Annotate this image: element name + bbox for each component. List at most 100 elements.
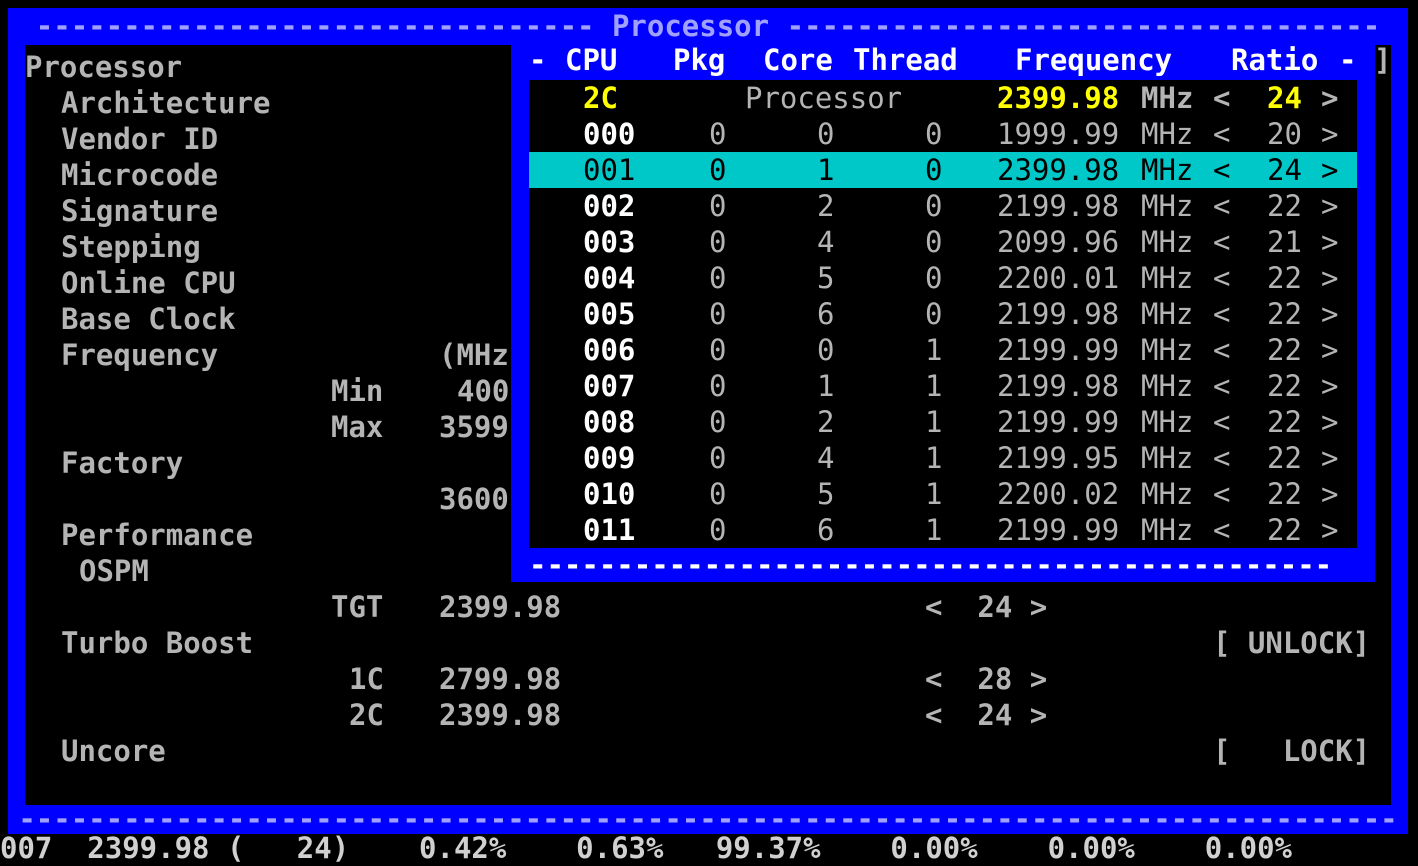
cell-thread: 0 [925,153,943,187]
list-item-cpu-010[interactable]: 010 0 5 1 2200.02 MHz <22 > [529,476,1357,512]
top-row-gt: > [1321,81,1339,115]
base-clock-label: Base Clock [61,302,236,336]
tgt-ratio-stepper[interactable]: < 24 > [925,589,1047,625]
signature-label: Signature [61,194,219,228]
turbo-1c-label: 1C [349,662,384,696]
stepping-label: Stepping [61,230,201,264]
cell-core: 2 [817,405,835,439]
cell-core: 1 [817,153,835,187]
cell-core: 4 [817,225,835,259]
cell-freq: 2399.98 [997,153,1120,187]
frequency-label: Frequency [61,338,219,372]
cell-core: 6 [817,513,835,547]
cell-freq: 2199.98 [997,369,1120,403]
cell-unit: MHz [1141,117,1194,151]
factory-value: 3600 [439,482,509,516]
cell-freq: 2200.02 [997,477,1120,511]
list-item-cpu-005[interactable]: 005 0 6 0 2199.98 MHz <22 > [529,296,1357,332]
top-row-label: Processor [745,81,903,115]
min-value: 400 [457,374,510,408]
top-row-ratio: 24 [1267,81,1302,115]
cell-core: 6 [817,297,835,331]
cell-unit: MHz [1141,369,1194,403]
list-item-cpu-006[interactable]: 006 0 0 1 2199.99 MHz <22 > [529,332,1357,368]
cell-pkg: 0 [709,153,727,187]
header-frequency: Frequency [1015,43,1173,77]
cell-freq: 2199.95 [997,441,1120,475]
cpu-frequency-popup: - CPU Pkg Core Thread Frequency Ratio - … [511,40,1375,582]
cell-thread: 0 [925,297,943,331]
right-bracket: ] [1374,43,1392,77]
cell-ratio: 20 [1267,117,1302,151]
cell-cpu-id: 010 [583,477,636,511]
top-row-lt: < [1213,81,1231,115]
cell-cpu-id: 007 [583,369,636,403]
cell-gt: > [1321,189,1339,223]
cell-ratio: 22 [1267,405,1302,439]
list-item-cpu-009[interactable]: 009 0 4 1 2199.95 MHz <22 > [529,440,1357,476]
performance-label: Performance [61,518,254,552]
cell-thread: 0 [925,225,943,259]
cpu-list[interactable]: 2C Processor 2399.98 MHz < 24 > 000 0 0 0 19… [529,80,1357,548]
cell-gt: > [1321,297,1339,331]
cell-thread: 0 [925,189,943,223]
cell-freq: 1999.99 [997,117,1120,151]
cell-ratio: 22 [1267,333,1302,367]
list-item-cpu-008[interactable]: 008 0 2 1 2199.99 MHz <22 > [529,404,1357,440]
cell-freq: 2199.98 [997,297,1120,331]
cell-pkg: 0 [709,297,727,331]
turbo-unlock-button[interactable]: [ UNLOCK] [1213,625,1370,661]
cell-pkg: 0 [709,189,727,223]
cell-core: 0 [817,333,835,367]
cell-gt: > [1321,369,1339,403]
cell-core: 2 [817,189,835,223]
uncore-label: Uncore [61,734,166,768]
cell-unit: MHz [1141,405,1194,439]
ospm-label: OSPM [79,554,149,588]
cell-pkg: 0 [709,261,727,295]
cell-ratio: 22 [1267,477,1302,511]
cell-thread: 1 [925,405,943,439]
cell-ratio: 22 [1267,261,1302,295]
cell-pkg: 0 [709,369,727,403]
list-item-cpu-000[interactable]: 000 0 0 0 1999.99 MHz <20 > [529,116,1357,152]
max-value: 3599 [439,410,509,444]
cell-unit: MHz [1141,477,1194,511]
list-item-cpu-011[interactable]: 011 0 6 1 2199.99 MHz <22 > [529,512,1357,548]
dialog-title-bar: -------------------------------- Process… [35,9,1381,43]
cell-lt: < [1213,189,1231,223]
cell-lt: < [1213,441,1231,475]
header-thread: Thread [853,43,958,77]
turbo-2c-ratio-stepper[interactable]: < 24 > [925,697,1047,733]
cell-unit: MHz [1141,153,1194,187]
header-pkg: Pkg [673,43,726,77]
list-item-cpu-007[interactable]: 007 0 1 1 2199.98 MHz <22 > [529,368,1357,404]
cell-cpu-id: 003 [583,225,636,259]
cell-pkg: 0 [709,405,727,439]
cell-ratio: 22 [1267,513,1302,547]
cell-lt: < [1213,369,1231,403]
list-item-cpu-004[interactable]: 004 0 5 0 2200.01 MHz <22 > [529,260,1357,296]
list-item-cpu-001[interactable]: 001 0 1 0 2399.98 MHz <24 > [529,152,1357,188]
min-label: Min [331,374,384,408]
cell-unit: MHz [1141,225,1194,259]
cell-unit: MHz [1141,261,1194,295]
uncore-lock-button[interactable]: [ LOCK] [1213,733,1370,769]
list-item-cpu-003[interactable]: 003 0 4 0 2099.96 MHz <21 > [529,224,1357,260]
microcode-label: Microcode [61,158,219,192]
header-trail-dash: - [1339,43,1357,77]
factory-label: Factory [61,446,184,480]
list-item-2c[interactable]: 2C Processor 2399.98 MHz < 24 > [529,80,1357,116]
cell-lt: < [1213,333,1231,367]
cell-pkg: 0 [709,333,727,367]
vendor-id-label: Vendor ID [61,122,219,156]
list-item-cpu-002[interactable]: 002 0 2 0 2199.98 MHz <22 > [529,188,1357,224]
turbo-boost-label: Turbo Boost [61,626,254,660]
top-row-cpu: 2C [583,81,618,115]
cell-pkg: 0 [709,117,727,151]
cell-ratio: 22 [1267,297,1302,331]
turbo-1c-ratio-stepper[interactable]: < 28 > [925,661,1047,697]
cell-freq: 2199.99 [997,513,1120,547]
cell-gt: > [1321,333,1339,367]
cell-lt: < [1213,261,1231,295]
